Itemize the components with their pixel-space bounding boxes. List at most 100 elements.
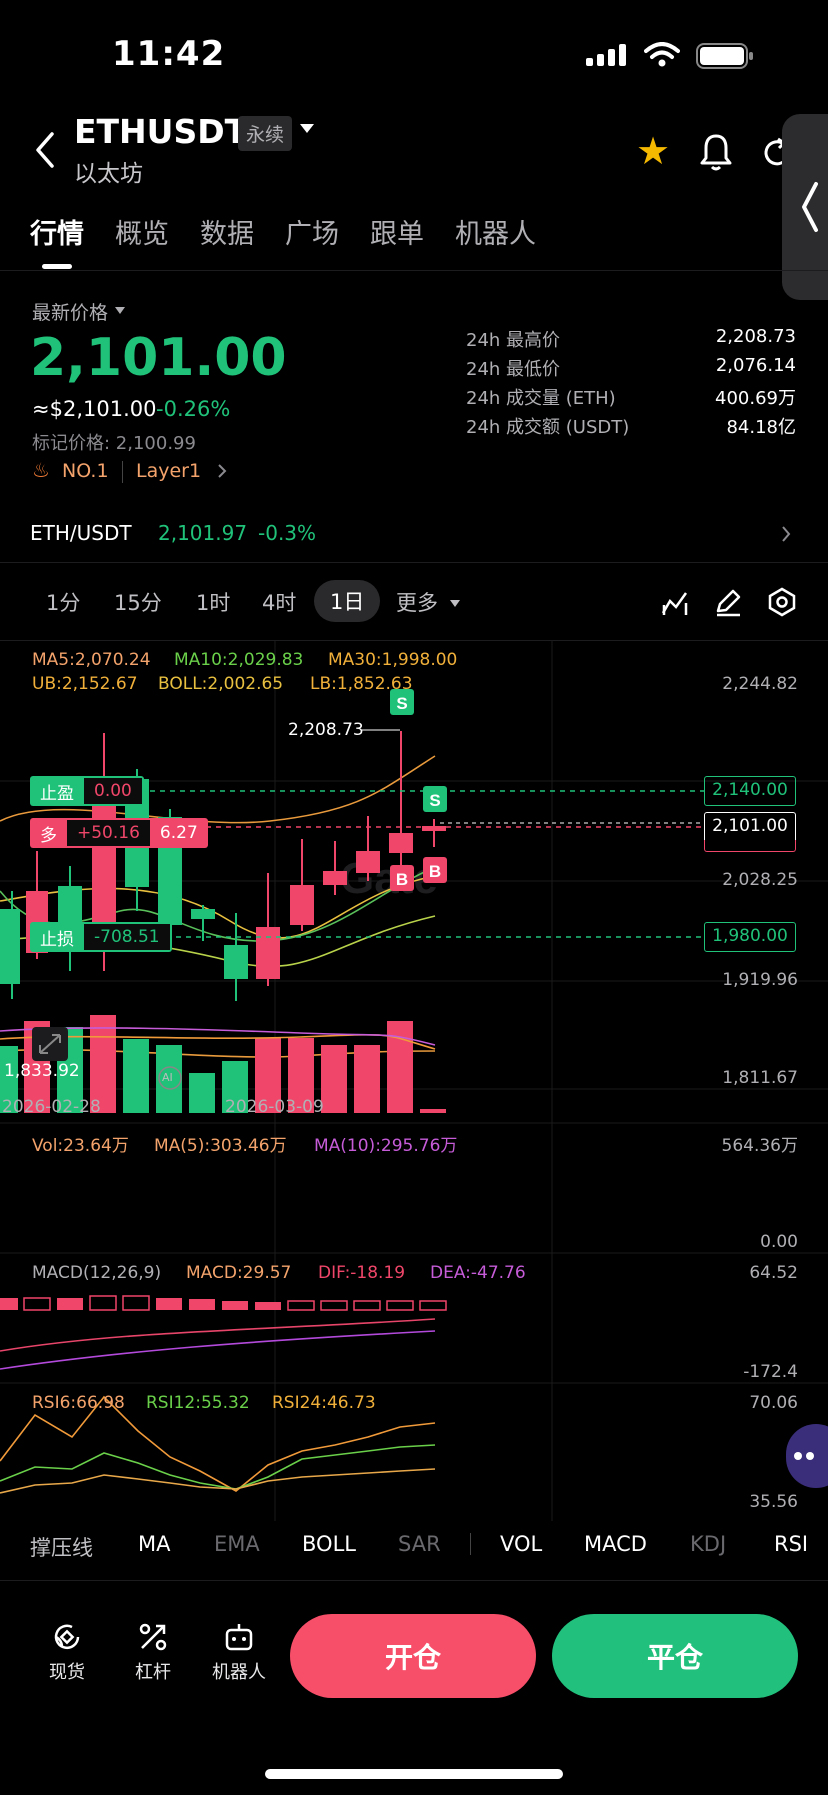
indicator-tab-ma[interactable]: MA <box>138 1532 170 1556</box>
tab-data[interactable]: 数据 <box>200 212 254 251</box>
back-button[interactable] <box>28 128 62 172</box>
macd-dea-line <box>0 1330 436 1370</box>
indicator-tab-rsi[interactable]: RSI <box>774 1532 808 1556</box>
tab-market[interactable]: 行情 <box>30 212 84 269</box>
bot-button[interactable]: 机器人 <box>204 1620 274 1684</box>
indicator-tab-kdj[interactable]: KDJ <box>690 1532 726 1556</box>
rsi24-value: RSI24:46.73 <box>272 1393 376 1413</box>
chat-icon <box>794 1452 814 1460</box>
interval-1d[interactable]: 1日 <box>314 580 381 622</box>
svg-text:B: B <box>429 862 441 881</box>
favorite-star-icon[interactable]: ★ <box>636 132 670 170</box>
interval-4h[interactable]: 4时 <box>262 587 296 617</box>
rank-tag[interactable]: NO.1 <box>62 460 109 482</box>
bell-icon[interactable] <box>698 132 734 172</box>
boll-value: BOLL:2,002.65 <box>158 674 284 694</box>
boll-lb-value: LB:1,852.63 <box>310 674 413 694</box>
perpetual-badge: 永续 <box>238 116 293 151</box>
take-profit-value: 0.00 <box>84 778 142 804</box>
spot-button[interactable]: 现货 <box>32 1620 102 1684</box>
rsi-axis-max: 70.06 <box>749 1393 798 1413</box>
stat-label-volume: 24h 成交量 (ETH) <box>466 388 616 409</box>
stat-label-low: 24h 最低价 <box>466 359 561 380</box>
indicator-tab-ema[interactable]: EMA <box>214 1532 260 1556</box>
chevron-left-icon <box>802 182 818 232</box>
ai-badge[interactable]: AI <box>162 1071 173 1084</box>
low-marker-label: 1,833.92 <box>4 1061 80 1081</box>
macd-value: MACD:29.57 <box>186 1263 292 1283</box>
chevron-right-icon[interactable] <box>216 462 228 480</box>
macd-axis-min: -172.4 <box>743 1362 798 1382</box>
take-profit-tag[interactable]: 止盈 0.00 <box>30 776 144 806</box>
vol-axis-max: 564.36万 <box>721 1136 798 1156</box>
settings-hexagon-icon[interactable] <box>767 587 797 617</box>
tab-copy-trading[interactable]: 跟单 <box>370 212 424 251</box>
boll-ub-value: UB:2,152.67 <box>32 674 138 694</box>
indicator-tab-boll[interactable]: BOLL <box>302 1532 356 1556</box>
spot-pair-label[interactable]: ETH/USDT <box>30 521 132 545</box>
candles <box>0 731 446 1001</box>
tab-bots[interactable]: 机器人 <box>455 212 536 251</box>
stop-loss-price[interactable]: 1,980.00 <box>704 922 796 952</box>
price-change: -0.26% <box>156 397 231 421</box>
indicator-tab-support-resistance[interactable]: 撑压线 <box>30 1532 93 1562</box>
ma5-value: MA5:2,070.24 <box>32 650 151 670</box>
divider <box>470 1533 471 1555</box>
divider <box>0 270 828 271</box>
open-position-button[interactable]: 开仓 <box>290 1614 536 1698</box>
kline-chart[interactable]: Gate S S B B <box>0 641 828 1521</box>
long-position-tag[interactable]: 多 +50.16 6.27 <box>30 818 208 848</box>
signal-icon <box>586 44 626 66</box>
svg-text:B: B <box>396 870 408 889</box>
tab-overview[interactable]: 概览 <box>115 212 169 251</box>
indicator-tab-vol[interactable]: VOL <box>500 1532 542 1556</box>
caret-down-icon[interactable] <box>115 307 125 314</box>
robot-icon <box>225 1624 253 1651</box>
pair-title[interactable]: ETHUSDT <box>74 112 247 151</box>
long-label: 多 <box>40 825 57 846</box>
take-profit-label: 止盈 <box>40 783 74 804</box>
chevron-right-icon[interactable] <box>780 524 792 544</box>
category-tag[interactable]: Layer1 <box>136 460 201 482</box>
divider <box>0 562 828 563</box>
leverage-label: 杠杆 <box>135 1662 171 1683</box>
spot-change: -0.3% <box>258 521 317 545</box>
price-axis-label: 1,811.67 <box>722 1068 798 1088</box>
close-position-button[interactable]: 平仓 <box>552 1614 798 1698</box>
stop-loss-tag[interactable]: 止损 -708.51 <box>30 922 172 952</box>
spot-price: 2,101.97 <box>158 521 248 545</box>
indicator-icon[interactable] <box>660 589 690 617</box>
stat-value-volume: 400.69万 <box>715 388 796 409</box>
macd-label: MACD(12,26,9) <box>32 1263 162 1283</box>
stop-loss-value: -708.51 <box>84 924 170 950</box>
interval-1h[interactable]: 1时 <box>196 587 230 617</box>
status-time: 11:42 <box>112 34 226 74</box>
indicator-tab-macd[interactable]: MACD <box>584 1532 647 1556</box>
draw-pencil-icon[interactable] <box>714 587 742 617</box>
current-price-tag: 2,101.00 <box>704 812 796 840</box>
leverage-button[interactable]: 杠杆 <box>118 1620 188 1684</box>
date-label: 2026-03-09 <box>225 1097 324 1117</box>
bot-label: 机器人 <box>212 1662 266 1683</box>
price-axis-label: 1,919.96 <box>722 970 798 990</box>
latest-price-label[interactable]: 最新价格 <box>32 298 108 325</box>
rsi12-value: RSI12:55.32 <box>146 1393 250 1413</box>
indicator-tab-sar[interactable]: SAR <box>398 1532 441 1556</box>
leverage-icon <box>139 1623 167 1651</box>
assistant-bubble[interactable] <box>786 1424 828 1488</box>
indicator-tabs: 撑压线 MA EMA BOLL SAR VOL MACD KDJ RSI <box>0 1524 828 1564</box>
svg-text:S: S <box>429 791 440 810</box>
date-label: 2026-02-28 <box>2 1097 101 1117</box>
ma30-value: MA30:1,998.00 <box>328 650 458 670</box>
take-profit-price[interactable]: 2,140.00 <box>704 776 796 806</box>
chevron-down-icon[interactable] <box>300 124 314 133</box>
rsi6-value: RSI6:66.98 <box>32 1393 125 1413</box>
wifi-icon <box>644 42 680 67</box>
interval-15m[interactable]: 15分 <box>114 587 162 617</box>
tab-square[interactable]: 广场 <box>285 212 339 251</box>
caret-down-icon[interactable] <box>450 600 460 607</box>
stat-value-turnover: 84.18亿 <box>726 417 796 438</box>
interval-1m[interactable]: 1分 <box>46 587 80 617</box>
stat-label-high: 24h 最高价 <box>466 330 561 351</box>
interval-more[interactable]: 更多 <box>396 587 438 617</box>
